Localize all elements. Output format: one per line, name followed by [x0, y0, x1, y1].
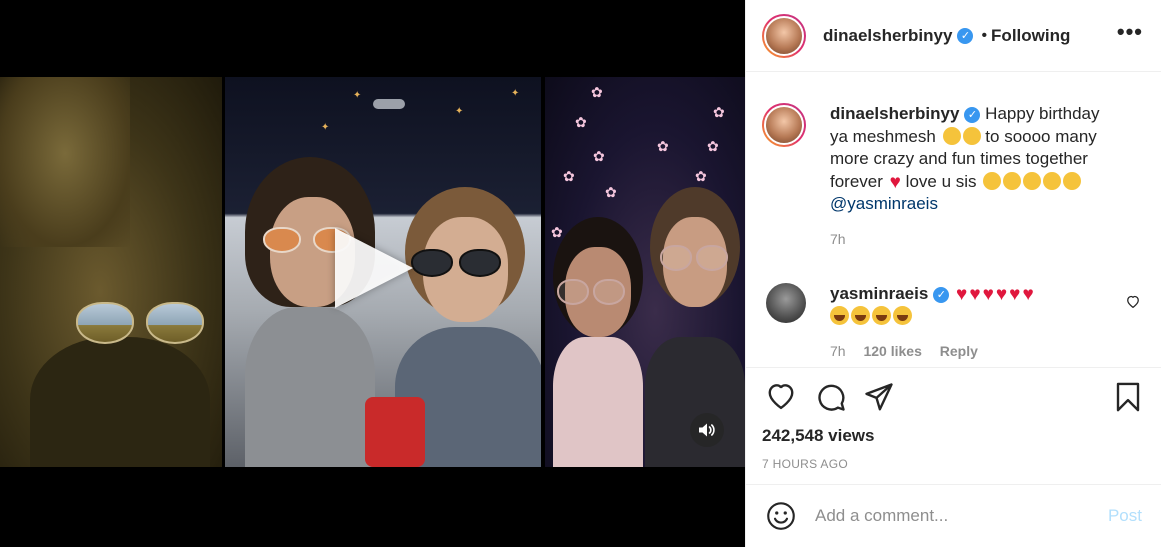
video-frame-right: ✿ ✿ ✿ ✿ ✿ ✿ ✿ ✿ ✿ ✿ ✿ [545, 77, 745, 467]
author-username[interactable]: dinaelsherbinyy [823, 26, 952, 46]
comment-item: yasminraeis ✓ ♥ ♥ ♥ ♥ ♥ ♥ 7h 120 likes Reply [746, 283, 1161, 359]
flower-sticker: ✿ [713, 104, 725, 120]
save-bookmark-icon[interactable] [1114, 382, 1142, 412]
heart-emoji-icon: ♥ [982, 284, 994, 305]
aviator-sunglasses [76, 302, 204, 344]
caption-comment: dinaelsherbinyy ✓ Happy birthday ya meshm… [746, 103, 1161, 247]
heart-emoji-icon: ♥ [995, 284, 1008, 305]
action-icons-row [762, 382, 1146, 416]
post-sidebar: dinaelsherbinyy ✓ • Following ••• dinael… [745, 0, 1161, 547]
caption-username[interactable]: dinaelsherbinyy [830, 104, 959, 123]
round-glasses [660, 245, 728, 271]
video-frame-left [0, 77, 222, 467]
verified-badge-icon: ✓ [933, 286, 950, 303]
heart-emoji-icon: ♥ [1009, 284, 1021, 305]
dark-sunglasses [411, 249, 501, 277]
sparkle-sticker: ✦ [455, 106, 464, 117]
caption-text-part-3: love u sis [905, 171, 977, 191]
flower-sticker: ✿ [605, 184, 617, 200]
verified-badge-icon: ✓ [964, 106, 981, 123]
speaker-icon [699, 423, 715, 437]
reply-button[interactable]: Reply [940, 343, 978, 359]
emoji-icon [983, 171, 1002, 190]
emoji-icon [1043, 171, 1062, 190]
share-send-icon[interactable] [864, 382, 894, 412]
flower-sticker: ✿ [563, 168, 575, 184]
verified-badge-icon: ✓ [957, 27, 974, 44]
avatar[interactable] [762, 103, 806, 147]
mention-link[interactable]: @yasminraeis [830, 194, 938, 213]
flower-sticker: ✿ [657, 138, 669, 154]
following-button[interactable]: Following [991, 26, 1070, 46]
emoji-icon [962, 126, 981, 145]
heart-emoji-icon: ♥ [889, 171, 901, 193]
red-bag [365, 397, 425, 467]
caption-meta: 7h [830, 231, 1122, 247]
like-comment-heart-icon[interactable] [1126, 295, 1140, 308]
flower-sticker: ✿ [593, 148, 605, 164]
view-count[interactable]: 242,548 views [762, 426, 1146, 446]
laughing-emoji-icon [830, 305, 849, 325]
comment-meta: 7h 120 likes Reply [830, 343, 1122, 359]
comment-input[interactable] [815, 506, 1095, 526]
emoji-icon [1003, 171, 1022, 190]
heart-emoji-icon: ♥ [956, 284, 968, 305]
emoji-picker-icon[interactable] [766, 501, 796, 531]
emoji-icon [942, 126, 961, 145]
laughing-emoji-icon [851, 305, 870, 325]
heart-emoji-icon: ♥ [969, 284, 981, 305]
play-icon[interactable] [335, 228, 413, 308]
flower-sticker: ✿ [695, 168, 707, 184]
sparkle-sticker: ✦ [511, 88, 520, 99]
more-options-icon[interactable]: ••• [1117, 21, 1143, 43]
comment-likes[interactable]: 120 likes [863, 343, 921, 359]
heart-emoji-icon: ♥ [1022, 284, 1034, 305]
post-comment-button[interactable]: Post [1108, 506, 1142, 526]
add-comment-bar: Post [746, 484, 1161, 547]
sparkle-sticker: ✦ [353, 90, 362, 101]
post-header: dinaelsherbinyy ✓ • Following ••• [746, 0, 1161, 72]
post-actions: 242,548 views 7 HOURS AGO [746, 367, 1161, 471]
video-player[interactable]: ✦ ✦ ✦ ✦ ✿ ✿ ✿ ✿ ✿ ✿ ✿ ✿ ✿ ✿ ✿ [0, 0, 745, 547]
flower-sticker: ✿ [591, 84, 603, 100]
person-body [30, 337, 210, 467]
post-timestamp[interactable]: 7 HOURS AGO [762, 457, 1146, 471]
round-glasses [557, 279, 625, 305]
avatar[interactable] [766, 283, 806, 323]
person-left [245, 157, 375, 467]
comments-section: dinaelsherbinyy ✓ Happy birthday ya meshm… [746, 73, 1161, 367]
laughing-emoji-icon [872, 305, 891, 325]
follow-separator: • [981, 26, 988, 44]
comment-username[interactable]: yasminraeis [830, 284, 928, 303]
sound-toggle-button[interactable] [690, 413, 724, 447]
laughing-emoji-icon [893, 305, 912, 325]
caption-text: dinaelsherbinyy ✓ Happy birthday ya meshm… [830, 103, 1122, 216]
caption-time[interactable]: 7h [830, 231, 846, 247]
comment-time[interactable]: 7h [830, 343, 846, 359]
avatar[interactable] [762, 13, 806, 58]
comment-bubble-icon[interactable] [816, 382, 846, 412]
emoji-icon [1023, 171, 1042, 190]
person-left [553, 217, 643, 467]
sparkle-sticker: ✦ [321, 122, 330, 133]
emoji-icon [1063, 171, 1082, 190]
car-ceiling-light [373, 99, 405, 109]
flower-sticker: ✿ [707, 138, 719, 154]
comment-text: yasminraeis ✓ ♥ ♥ ♥ ♥ ♥ ♥ [830, 283, 1122, 328]
person-face [0, 77, 130, 247]
flower-sticker: ✿ [575, 114, 587, 130]
like-heart-icon[interactable] [766, 382, 796, 410]
